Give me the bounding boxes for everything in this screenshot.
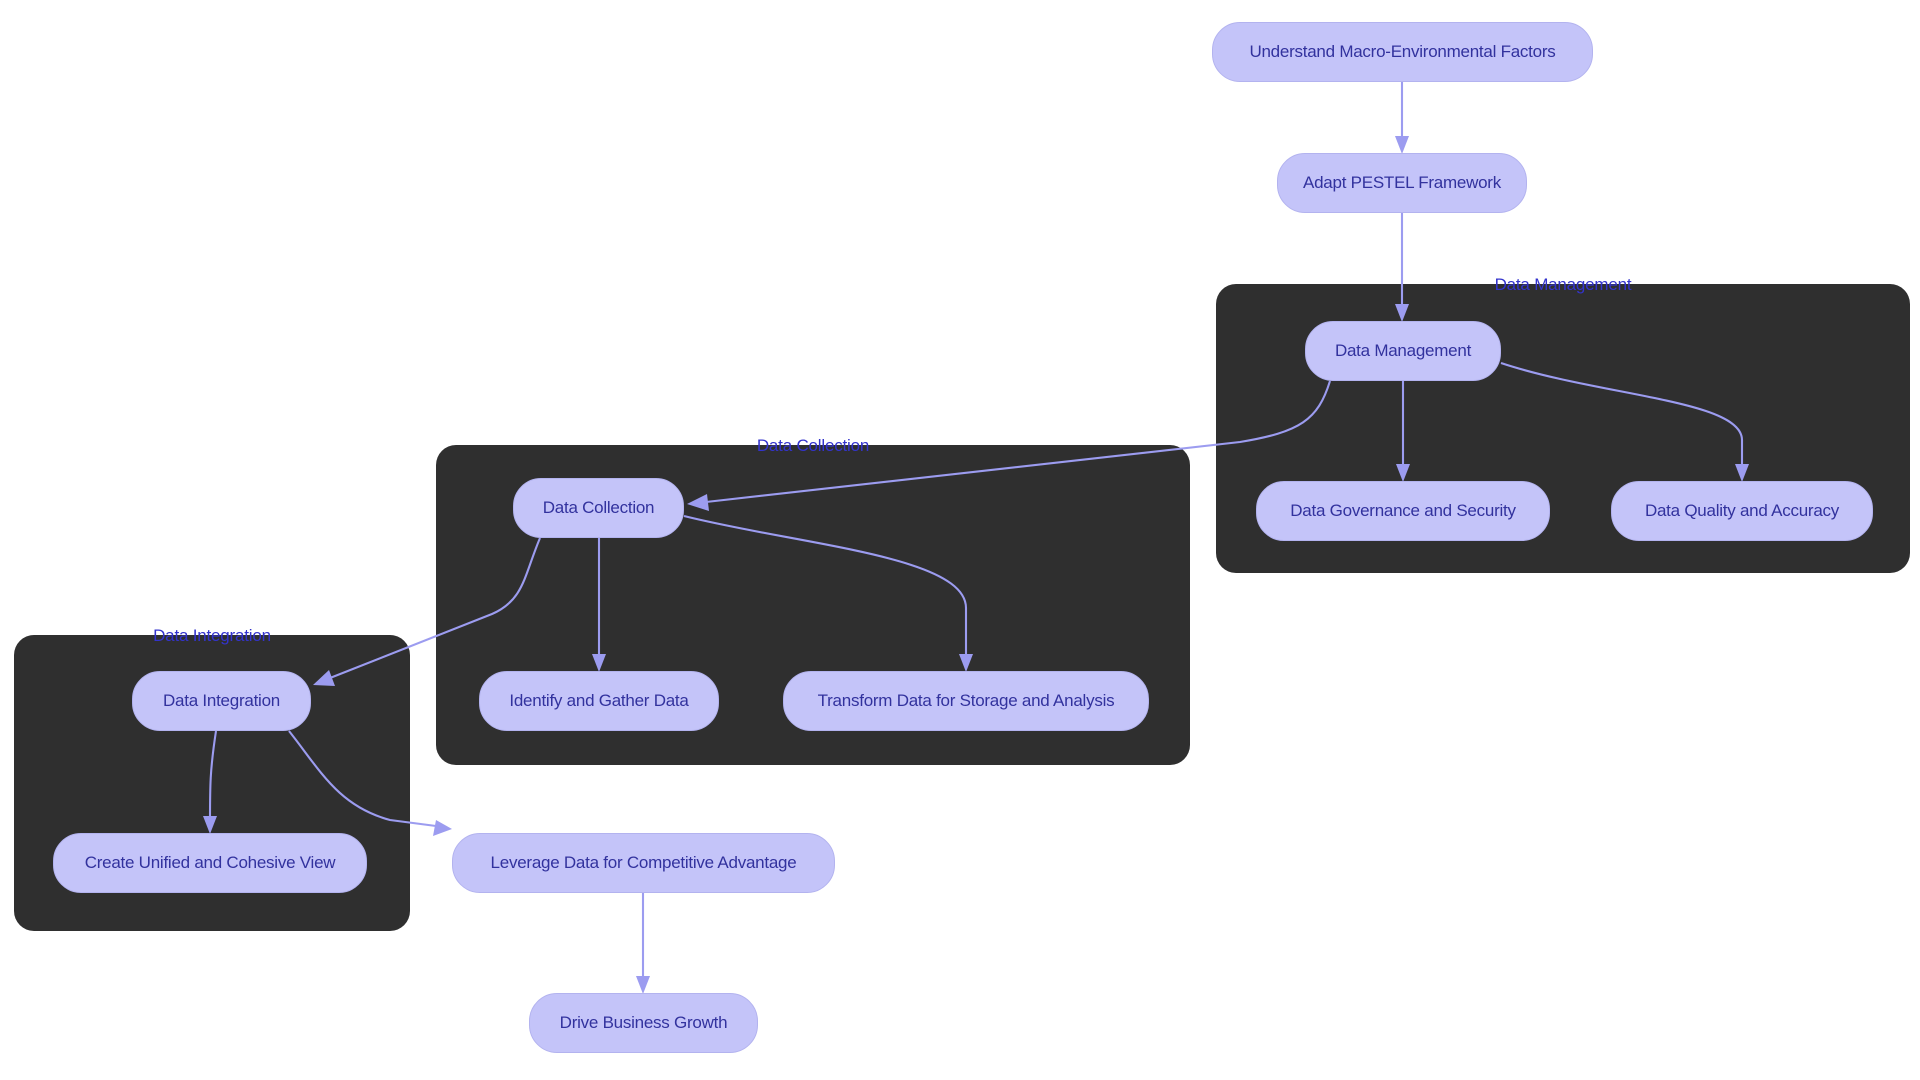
- subgraph-label-data-collection: Data Collection: [756, 436, 870, 455]
- node-drive-business-growth[interactable]: Drive Business Growth: [529, 993, 758, 1053]
- node-leverage-data-for-competitive-advantage[interactable]: Leverage Data for Competitive Advantage: [452, 833, 835, 893]
- node-adapt-pestel-framework[interactable]: Adapt PESTEL Framework: [1277, 153, 1527, 213]
- node-identify-and-gather-data[interactable]: Identify and Gather Data: [479, 671, 719, 731]
- node-label: Data Integration: [163, 691, 280, 710]
- node-create-unified-and-cohesive-view[interactable]: Create Unified and Cohesive View: [53, 833, 367, 893]
- node-understand-macro-environmental-factors[interactable]: Understand Macro-Environmental Factors: [1212, 22, 1593, 82]
- node-label: Data Governance and Security: [1290, 501, 1516, 520]
- node-label: Identify and Gather Data: [509, 691, 689, 710]
- node-data-management[interactable]: Data Management: [1305, 321, 1501, 381]
- node-label: Leverage Data for Competitive Advantage: [490, 853, 797, 872]
- node-label: Understand Macro-Environmental Factors: [1249, 42, 1556, 61]
- node-label: Create Unified and Cohesive View: [84, 853, 336, 872]
- node-label: Data Management: [1334, 341, 1472, 360]
- node-transform-data-for-storage-and-analysis[interactable]: Transform Data for Storage and Analysis: [783, 671, 1149, 731]
- subgraph-label-data-management: Data Management: [1494, 275, 1632, 294]
- edge-leverage-to-drive-growth: [636, 893, 650, 994]
- edge-understand-to-adapt: [1395, 82, 1409, 154]
- node-data-quality-and-accuracy[interactable]: Data Quality and Accuracy: [1611, 481, 1873, 541]
- node-data-governance-and-security[interactable]: Data Governance and Security: [1256, 481, 1550, 541]
- node-label: Data Quality and Accuracy: [1644, 501, 1840, 520]
- subgraph-label-data-integration: Data Integration: [153, 626, 271, 645]
- node-label: Transform Data for Storage and Analysis: [817, 691, 1115, 710]
- flowchart-canvas: Data Management Data Collection Data Int…: [0, 0, 1920, 1080]
- node-data-collection[interactable]: Data Collection: [513, 478, 684, 538]
- node-label: Drive Business Growth: [559, 1013, 728, 1032]
- node-data-integration[interactable]: Data Integration: [132, 671, 311, 731]
- node-label: Data Collection: [542, 498, 655, 517]
- node-label: Adapt PESTEL Framework: [1303, 173, 1501, 192]
